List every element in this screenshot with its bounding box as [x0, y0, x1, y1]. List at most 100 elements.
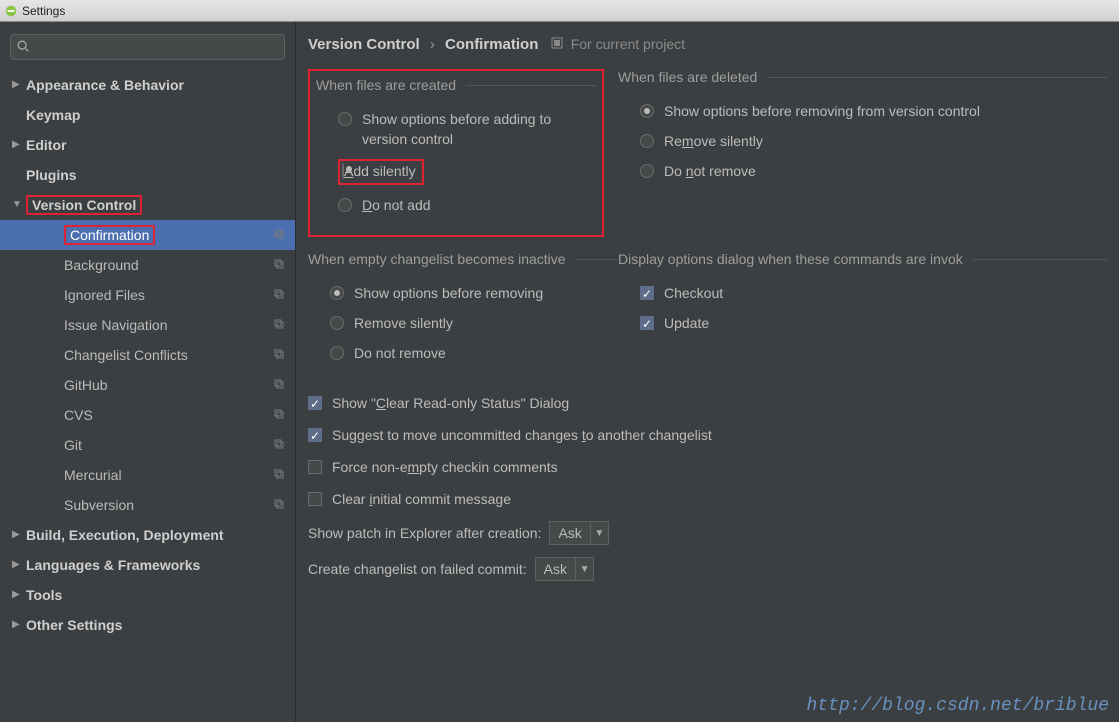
check-option[interactable]: Clear initial commit message [308, 489, 1107, 509]
copy-icon [273, 310, 285, 340]
sidebar-item-label: Languages & Frameworks [26, 550, 295, 580]
sidebar-item-label: Version Control [26, 190, 295, 220]
chevron-down-icon[interactable]: ▼ [575, 558, 593, 580]
radio-option[interactable]: Do not remove [640, 161, 1107, 181]
copy-icon [273, 490, 285, 520]
radio-option[interactable]: Add silently [338, 159, 596, 185]
watermark: http://blog.csdn.net/briblue [807, 696, 1109, 716]
sidebar-item-version-control[interactable]: ▼Version Control [0, 190, 295, 220]
tree-arrow-icon: ▶ [12, 580, 26, 610]
search-input[interactable] [10, 34, 285, 60]
option-label: Do not remove [664, 161, 756, 181]
failed-dropdown-label: Create changelist on failed commit: [308, 561, 527, 577]
radio-option[interactable]: Remove silently [640, 131, 1107, 151]
sidebar-item-label: Issue Navigation [64, 310, 273, 340]
tree-arrow-icon: ▶ [12, 70, 26, 100]
patch-dropdown[interactable]: Ask ▼ [549, 521, 608, 545]
sidebar-item-tools[interactable]: ▶Tools [0, 580, 295, 610]
search-box [10, 34, 285, 60]
option-label: Suggest to move uncommitted changes to a… [332, 425, 712, 445]
radio-option[interactable]: Do not add [338, 195, 596, 215]
radio-option[interactable]: Show options before removing from versio… [640, 101, 1107, 121]
breadcrumb-leaf: Confirmation [445, 36, 538, 53]
option-label: Clear initial commit message [332, 489, 511, 509]
option-label: Do not add [362, 195, 431, 215]
copy-icon [273, 340, 285, 370]
checkbox-icon[interactable] [308, 460, 322, 474]
tree-arrow-icon: ▼ [12, 190, 26, 220]
radio-icon[interactable] [640, 134, 654, 148]
radio-icon[interactable] [640, 164, 654, 178]
group-created-highlight: When files are created Show options befo… [308, 69, 604, 237]
copy-icon [273, 400, 285, 430]
radio-icon[interactable] [330, 346, 344, 360]
radio-option[interactable]: Show options before removing [330, 283, 618, 303]
checkbox-icon[interactable] [640, 316, 654, 330]
copy-icon [273, 370, 285, 400]
option-label: Show "Clear Read-only Status" Dialog [332, 393, 569, 413]
chevron-down-icon[interactable]: ▼ [590, 522, 608, 544]
sidebar-item-build-execution-deployment[interactable]: ▶Build, Execution, Deployment [0, 520, 295, 550]
sidebar-item-label: Editor [26, 130, 295, 160]
copy-icon [273, 460, 285, 490]
sidebar-item-mercurial[interactable]: Mercurial [0, 460, 295, 490]
check-option[interactable]: Update [640, 313, 1107, 333]
sidebar-item-cvs[interactable]: CVS [0, 400, 295, 430]
check-option[interactable]: Show "Clear Read-only Status" Dialog [308, 393, 1107, 413]
sidebar-item-label: Mercurial [64, 460, 273, 490]
sidebar-item-changelist-conflicts[interactable]: Changelist Conflicts [0, 340, 295, 370]
radio-icon[interactable] [330, 316, 344, 330]
group-emptycl-legend: When empty changelist becomes inactive [308, 251, 576, 267]
option-label: Add silently [344, 163, 416, 179]
sidebar-item-keymap[interactable]: Keymap [0, 100, 295, 130]
sidebar-item-plugins[interactable]: Plugins [0, 160, 295, 190]
breadcrumb-sep: › [430, 36, 435, 53]
sidebar-item-label: CVS [64, 400, 273, 430]
checkbox-icon[interactable] [308, 492, 322, 506]
radio-option[interactable]: Remove silently [330, 313, 618, 333]
sidebar-item-label: Tools [26, 580, 295, 610]
sidebar-item-confirmation[interactable]: Confirmation [0, 220, 295, 250]
checkbox-icon[interactable] [308, 396, 322, 410]
sidebar-item-languages-frameworks[interactable]: ▶Languages & Frameworks [0, 550, 295, 580]
radio-icon[interactable] [342, 162, 344, 180]
sidebar-item-appearance-behavior[interactable]: ▶Appearance & Behavior [0, 70, 295, 100]
group-deleted: When files are deleted Show options befo… [618, 69, 1107, 191]
sidebar-item-label: Subversion [64, 490, 273, 520]
sidebar-item-subversion[interactable]: Subversion [0, 490, 295, 520]
radio-icon[interactable] [338, 198, 352, 212]
check-option[interactable]: Force non-empty checkin comments [308, 457, 1107, 477]
sidebar-item-editor[interactable]: ▶Editor [0, 130, 295, 160]
sidebar-item-label: Confirmation [64, 220, 273, 250]
settings-content: Version Control › Confirmation For curre… [296, 22, 1119, 722]
option-label: Remove silently [664, 131, 763, 151]
sidebar-item-background[interactable]: Background [0, 250, 295, 280]
sidebar-item-ignored-files[interactable]: Ignored Files [0, 280, 295, 310]
failed-dropdown[interactable]: Ask ▼ [535, 557, 594, 581]
sidebar-item-git[interactable]: Git [0, 430, 295, 460]
group-created-legend: When files are created [316, 77, 466, 93]
sidebar-item-issue-navigation[interactable]: Issue Navigation [0, 310, 295, 340]
radio-icon[interactable] [640, 104, 654, 118]
group-created: When files are created Show options befo… [316, 77, 596, 225]
sidebar-item-label: Plugins [26, 160, 295, 190]
settings-sidebar: ▶Appearance & BehaviorKeymap▶EditorPlugi… [0, 22, 296, 722]
option-label: Checkout [664, 283, 723, 303]
sidebar-item-label: Ignored Files [64, 280, 273, 310]
misc-checks: Show "Clear Read-only Status" Dialog Sugg… [308, 393, 1107, 509]
sidebar-item-github[interactable]: GitHub [0, 370, 295, 400]
patch-dropdown-row: Show patch in Explorer after creation: A… [308, 521, 1107, 545]
radio-icon[interactable] [330, 286, 344, 300]
radio-option[interactable]: Do not remove [330, 343, 618, 363]
window-titlebar[interactable]: Settings [0, 0, 1119, 22]
sidebar-item-other-settings[interactable]: ▶Other Settings [0, 610, 295, 640]
window-title: Settings [22, 4, 65, 18]
checkbox-icon[interactable] [308, 428, 322, 442]
sidebar-item-label: Appearance & Behavior [26, 70, 295, 100]
radio-icon[interactable] [338, 112, 352, 126]
radio-option[interactable]: Show options before adding to version co… [338, 109, 596, 149]
check-option[interactable]: Suggest to move uncommitted changes to a… [308, 425, 1107, 445]
check-option[interactable]: Checkout [640, 283, 1107, 303]
checkbox-icon[interactable] [640, 286, 654, 300]
sidebar-item-label: Build, Execution, Deployment [26, 520, 295, 550]
